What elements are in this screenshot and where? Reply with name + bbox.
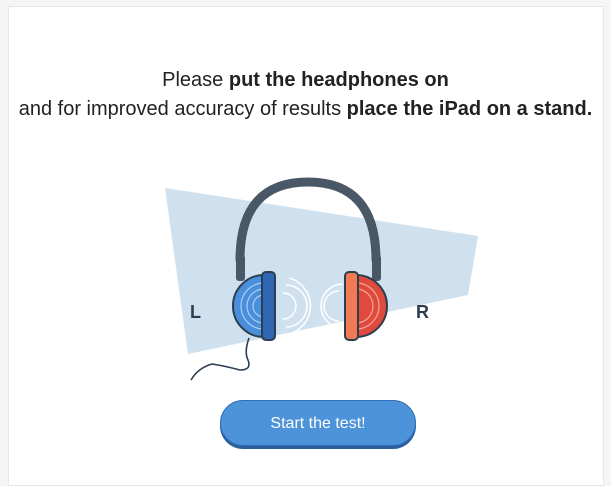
- right-label: R: [416, 302, 429, 322]
- left-label: L: [190, 302, 201, 322]
- left-hinge: [236, 255, 245, 281]
- start-test-button[interactable]: Start the test!: [220, 400, 416, 446]
- sound-beam: [165, 188, 478, 354]
- right-hinge: [372, 255, 381, 281]
